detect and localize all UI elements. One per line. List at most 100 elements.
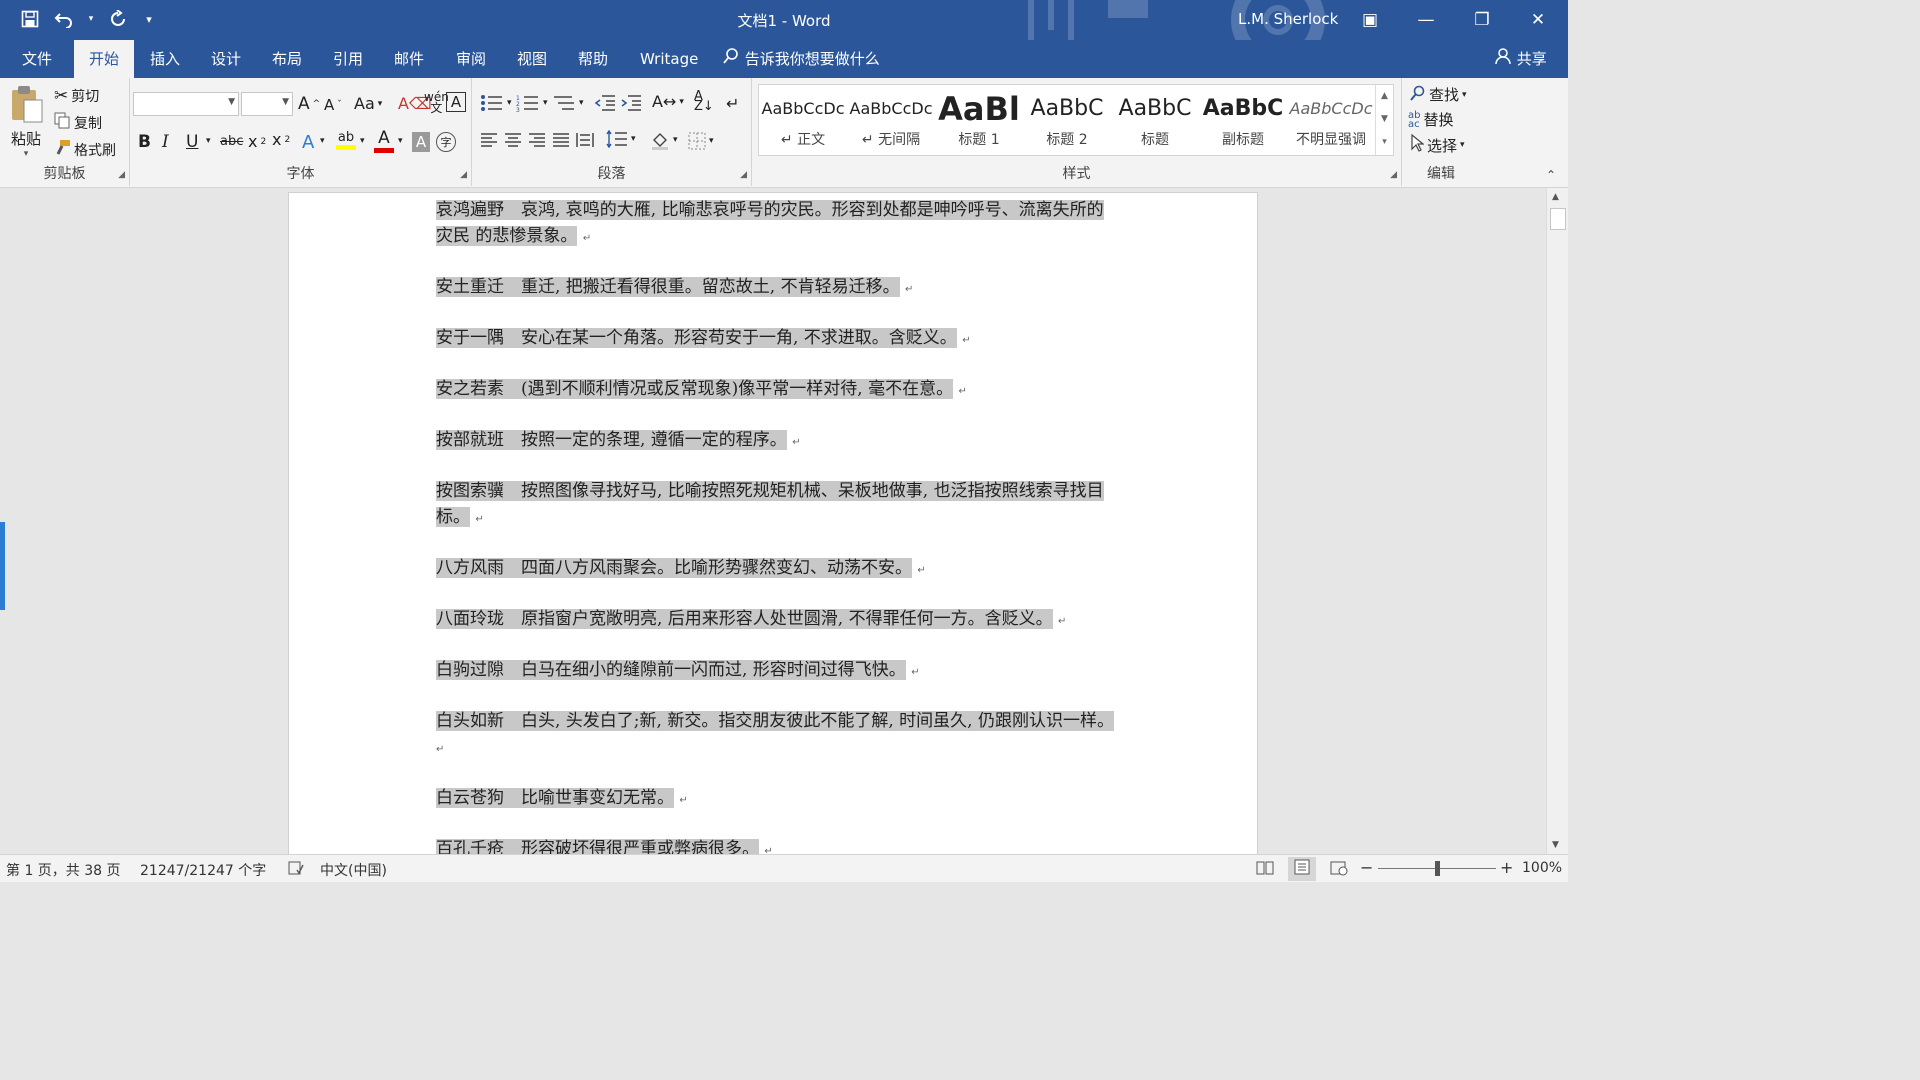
paragraph-launcher-icon[interactable]: ◢ <box>740 170 747 180</box>
change-case-button[interactable]: Aa ▾ <box>354 94 382 113</box>
show-formatting-icon[interactable]: ↵ <box>726 94 739 113</box>
paragraph[interactable]: 八方风雨 四面八方风雨聚会。比喻形势骤然变幻、动荡不安。 ↵ <box>436 555 1116 584</box>
tab-view[interactable]: 视图 <box>503 40 561 78</box>
styles-launcher-icon[interactable]: ◢ <box>1390 170 1397 180</box>
font-launcher-icon[interactable]: ◢ <box>460 170 467 180</box>
style-title[interactable]: AaBbC 标题 <box>1111 85 1199 155</box>
line-spacing-icon[interactable]: ▾ <box>606 130 636 148</box>
zoom-level[interactable]: 100% <box>1522 860 1562 876</box>
restore-icon[interactable]: ❐ <box>1454 0 1510 40</box>
paragraph[interactable]: 安之若素 (遇到不顺利情况或反常现象)像平常一样对待, 毫不在意。 ↵ <box>436 376 1116 405</box>
italic-icon[interactable]: I <box>162 132 169 152</box>
document-page[interactable]: 哀鸿遍野 哀鸿, 哀鸣的大雁, 比喻悲哀呼号的灾民。形容到处都是呻吟呼号、流离失… <box>288 192 1258 854</box>
tab-review[interactable]: 审阅 <box>442 40 500 78</box>
collapse-ribbon-icon[interactable]: ⌃ <box>1546 168 1556 182</box>
language[interactable]: 中文(中国) <box>320 860 387 880</box>
cut-button[interactable]: ✂ 剪切 <box>54 86 99 106</box>
tab-file[interactable]: 文件 <box>8 40 66 78</box>
format-painter-button[interactable]: 格式刷 <box>54 139 116 160</box>
style-subtle-emphasis[interactable]: AaBbCcDc 不明显强调 <box>1287 85 1375 155</box>
save-icon[interactable] <box>18 8 42 30</box>
replace-button[interactable]: ab ac 替换 <box>1408 109 1454 130</box>
align-left-icon[interactable] <box>480 132 498 148</box>
tab-insert[interactable]: 插入 <box>136 40 194 78</box>
share-button[interactable]: 共享 <box>1494 40 1547 78</box>
strikethrough-icon[interactable]: abc <box>220 134 243 149</box>
superscript-icon[interactable]: x2 <box>272 130 290 149</box>
text-effects-icon[interactable]: A <box>302 132 314 153</box>
paragraph[interactable]: 白云苍狗 比喻世事变幻无常。 ↵ <box>436 785 1116 814</box>
clipboard-launcher-icon[interactable]: ◢ <box>118 170 125 180</box>
zoom-slider[interactable] <box>1378 861 1496 876</box>
styles-more-icon[interactable]: ▾ <box>1376 131 1393 154</box>
distributed-icon[interactable] <box>576 132 594 148</box>
character-shading-icon[interactable]: A <box>412 132 430 152</box>
print-layout-icon[interactable] <box>1288 857 1316 881</box>
zoom-in-icon[interactable]: + <box>1500 858 1513 877</box>
style-normal[interactable]: AaBbCcDc ↵ 正文 <box>759 85 847 155</box>
increase-indent-icon[interactable] <box>620 94 642 112</box>
align-center-icon[interactable] <box>504 132 522 148</box>
ribbon-display-options-icon[interactable]: ▣ <box>1342 0 1398 40</box>
paragraph[interactable]: 白驹过隙 白马在细小的缝隙前一闪而过, 形容时间过得飞快。 ↵ <box>436 657 1116 686</box>
shading-icon[interactable]: ▾ <box>650 130 678 150</box>
customize-qat-icon[interactable]: ▾ <box>140 8 158 30</box>
styles-scroll-down-icon[interactable]: ▼ <box>1376 108 1393 131</box>
text-effects-dropdown-icon[interactable]: ▾ <box>320 136 325 146</box>
chinese-layout-icon[interactable]: A↔ ▾ <box>652 92 684 111</box>
paragraph[interactable]: 安于一隅 安心在某一个角落。形容苟安于一角, 不求进取。含贬义。 ↵ <box>436 325 1116 354</box>
tab-mailings[interactable]: 邮件 <box>380 40 438 78</box>
align-right-icon[interactable] <box>528 132 546 148</box>
scroll-up-icon[interactable]: ▲ <box>1552 192 1559 202</box>
bold-icon[interactable]: B <box>138 132 151 152</box>
tab-home[interactable]: 开始 <box>74 40 134 78</box>
paragraph[interactable]: 白头如新 白头, 头发白了;新, 新交。指交朋友彼此不能了解, 时间虽久, 仍跟… <box>436 708 1116 763</box>
redo-icon[interactable] <box>106 8 130 30</box>
justify-icon[interactable] <box>552 132 570 148</box>
web-layout-icon[interactable] <box>1330 860 1348 880</box>
font-color-dropdown-icon[interactable]: ▾ <box>398 136 403 146</box>
styles-scroll-up-icon[interactable]: ▲ <box>1376 85 1393 108</box>
minimize-icon[interactable]: — <box>1398 0 1454 40</box>
paragraph[interactable]: 哀鸿遍野 哀鸿, 哀鸣的大雁, 比喻悲哀呼号的灾民。形容到处都是呻吟呼号、流离失… <box>436 197 1116 252</box>
font-name-combo[interactable]: ▼ <box>133 92 239 116</box>
style-no-spacing[interactable]: AaBbCcDc ↵ 无间隔 <box>847 85 935 155</box>
undo-icon[interactable] <box>52 8 76 30</box>
paragraph[interactable]: 按图索骥 按照图像寻找好马, 比喻按照死规矩机械、呆板地做事, 也泛指按照线索寻… <box>436 478 1116 533</box>
paste-button[interactable]: 粘贴 ▾ <box>8 84 44 159</box>
highlight-dropdown-icon[interactable]: ▾ <box>360 136 365 146</box>
scroll-down-icon[interactable]: ▼ <box>1552 840 1559 850</box>
scroll-thumb[interactable] <box>1550 208 1566 230</box>
paragraph[interactable]: 安土重迁 重迁, 把搬迁看得很重。留恋故土, 不肯轻易迁移。 ↵ <box>436 274 1116 303</box>
sort-icon[interactable]: A Z↓ <box>694 90 714 113</box>
paragraph[interactable]: 八面玲珑 原指窗户宽敞明亮, 后用来形容人处世圆滑, 不得罪任何一方。含贬义。 … <box>436 606 1116 635</box>
vertical-scrollbar[interactable]: ▲ ▼ <box>1546 188 1568 854</box>
zoom-out-icon[interactable]: − <box>1360 858 1373 877</box>
document-text[interactable]: 哀鸿遍野 哀鸿, 哀鸣的大雁, 比喻悲哀呼号的灾民。形容到处都是呻吟呼号、流离失… <box>436 197 1116 854</box>
find-button[interactable]: 查找 ▾ <box>1410 84 1467 105</box>
read-mode-icon[interactable] <box>1256 860 1274 880</box>
shrink-font-icon[interactable]: Aˇ <box>324 96 342 114</box>
font-color-icon[interactable]: A <box>374 128 394 153</box>
tab-writage[interactable]: Writage <box>626 40 712 78</box>
bullets-icon[interactable]: ▾ <box>480 94 512 112</box>
numbering-icon[interactable]: 123 ▾ <box>516 94 548 112</box>
font-size-combo[interactable]: ▼ <box>241 92 293 116</box>
word-count[interactable]: 21247/21247 个字 <box>140 860 266 880</box>
character-border-icon[interactable]: A <box>446 92 466 112</box>
style-heading-2[interactable]: AaBbC 标题 2 <box>1023 85 1111 155</box>
tab-help[interactable]: 帮助 <box>564 40 622 78</box>
underline-dropdown-icon[interactable]: ▾ <box>206 136 211 146</box>
tab-references[interactable]: 引用 <box>319 40 377 78</box>
multilevel-list-icon[interactable]: ▾ <box>552 94 584 112</box>
decrease-indent-icon[interactable] <box>594 94 616 112</box>
grow-font-icon[interactable]: A ^ <box>298 94 320 114</box>
select-button[interactable]: 选择 ▾ <box>1410 133 1465 156</box>
paragraph[interactable]: 按部就班 按照一定的条理, 遵循一定的程序。 ↵ <box>436 427 1116 456</box>
zoom-slider-thumb[interactable] <box>1435 861 1440 876</box>
proofing-icon[interactable] <box>288 860 304 880</box>
undo-dropdown-icon[interactable]: ▾ <box>86 8 96 30</box>
font-size-dropdown-icon[interactable]: ▼ <box>282 97 289 107</box>
subscript-icon[interactable]: x2 <box>248 132 266 151</box>
borders-icon[interactable]: ▾ <box>688 132 714 150</box>
